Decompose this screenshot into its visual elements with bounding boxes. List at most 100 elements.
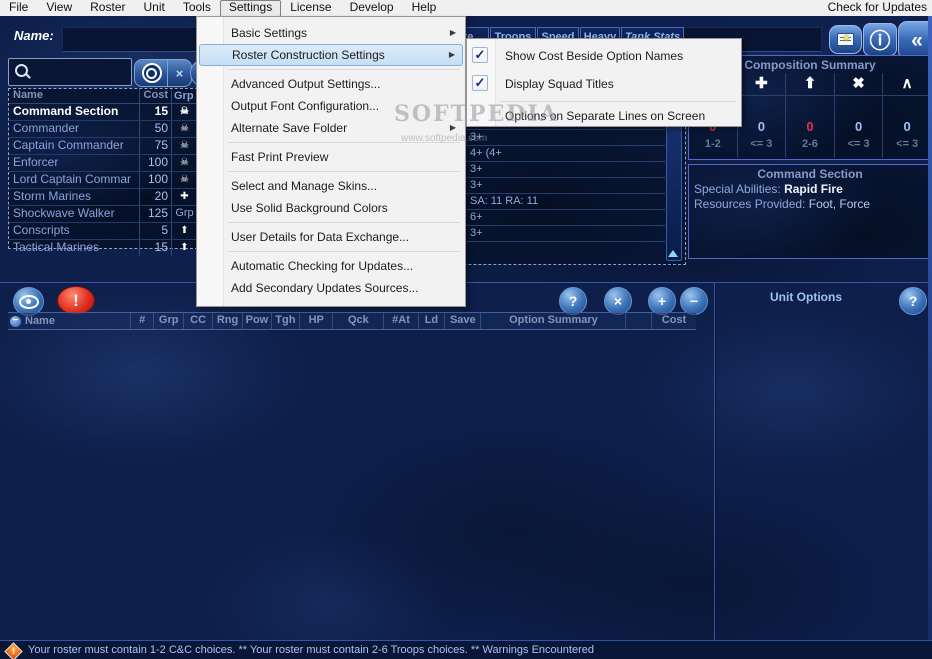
menu-license[interactable]: License (281, 0, 340, 16)
menu-help[interactable]: Help (403, 0, 446, 16)
eye-icon (18, 294, 39, 309)
submenu-item-options-on-separate-lines[interactable]: Options on Separate Lines on Screen (467, 105, 741, 127)
info-icon: ⓘ (869, 29, 891, 53)
unit-row[interactable]: Tactical Marines 15 ⬆ (9, 240, 197, 256)
menu-separator (500, 101, 736, 102)
column-header-rng[interactable]: Rng (213, 313, 244, 329)
column-header-grp[interactable]: Grp (154, 313, 185, 329)
unit-row[interactable]: Enforcer 100 ☠ (9, 155, 197, 172)
menu-roster[interactable]: Roster (81, 0, 134, 16)
status-message: Your roster must contain 1-2 C&C choices… (28, 644, 594, 656)
document-icon: ✦ (837, 33, 854, 46)
column-header-ld[interactable]: Ld (419, 313, 446, 329)
panel-divider (714, 283, 715, 641)
menu-separator (228, 222, 460, 223)
unit-row[interactable]: Lord Captain Commar 100 ☠ (9, 172, 197, 189)
scroll-up-icon[interactable] (668, 250, 678, 257)
menu-item-automatic-checking-for-updates[interactable]: Automatic Checking for Updates... (197, 255, 465, 277)
submenu-arrow-icon: ▶ (449, 28, 456, 37)
clear-search-button[interactable]: × (167, 59, 192, 87)
composition-col-elite: ✚ 0 <= 3 (736, 73, 786, 158)
roster-table-header: − Name # Grp CC Rng Pow Tgh HP Qck #At L… (8, 312, 696, 330)
menu-item-add-secondary-updates-sources[interactable]: Add Secondary Updates Sources... (197, 277, 465, 299)
column-header-count[interactable]: # (131, 313, 154, 329)
skull-icon: ☠ (180, 123, 189, 134)
menu-settings[interactable]: Settings (219, 0, 282, 17)
menu-separator (228, 171, 460, 172)
skull-icon: ☠ (180, 174, 189, 185)
resources-line: Resources Provided: Foot, Force (694, 197, 871, 211)
menu-view[interactable]: View (37, 0, 81, 16)
unit-list-header: Name Cost Grp (9, 89, 197, 104)
roster-construction-submenu: ✓ Show Cost Beside Option Names ✓ Displa… (466, 38, 742, 127)
command-section-panel: Command Section Special Abilities: Rapid… (688, 164, 932, 259)
unit-row[interactable]: Storm Marines 20 ✚ (9, 189, 197, 206)
menu-tools[interactable]: Tools (174, 0, 220, 16)
unit-options-help-button[interactable]: ? (899, 287, 927, 315)
column-header-tgh[interactable]: Tgh (272, 313, 301, 329)
column-header-hp[interactable]: HP (300, 313, 334, 329)
menu-unit[interactable]: Unit (134, 0, 173, 16)
unit-row[interactable]: Shockwave Walker 125 Grp (9, 206, 197, 223)
menu-item-select-and-manage-skins[interactable]: Select and Manage Skins... (197, 175, 465, 197)
composition-col-fast: ✖ 0 <= 3 (833, 73, 883, 158)
menu-item-advanced-output-settings[interactable]: Advanced Output Settings... (197, 73, 465, 95)
delete-unit-button[interactable]: × (604, 287, 632, 315)
question-icon: ? (908, 293, 918, 309)
menu-item-user-details-for-data-exchange[interactable]: User Details for Data Exchange... (197, 226, 465, 248)
menu-item-basic-settings[interactable]: Basic Settings ▶ (197, 22, 465, 44)
composition-col-troops: ⬆ 0 2-6 (785, 73, 834, 158)
menu-item-alternate-save-folder[interactable]: Alternate Save Folder ▶ (197, 117, 465, 139)
unit-row[interactable]: Commander 50 ☠ (9, 121, 197, 138)
column-header-option-summary[interactable]: Option Summary (481, 313, 627, 329)
unit-row[interactable]: Captain Commander 75 ☠ (9, 138, 197, 155)
exclamation-icon: ! (73, 290, 79, 310)
submenu-item-show-cost-beside-option-names[interactable]: ✓ Show Cost Beside Option Names (467, 42, 741, 70)
new-document-button[interactable]: ✦ (829, 25, 862, 54)
menu-develop[interactable]: Develop (341, 0, 403, 16)
column-header-at[interactable]: #At (384, 313, 419, 329)
unit-list-table: Name Cost Grp Command Section 15 ☠ Comma… (8, 88, 198, 256)
plus-icon: + (657, 293, 667, 309)
warnings-button[interactable]: ! (57, 286, 95, 315)
column-header-cc[interactable]: CC (184, 313, 213, 329)
unit-options-title: Unit Options (770, 290, 842, 304)
search-icon (15, 64, 28, 77)
menu-check-for-updates[interactable]: Check for Updates (828, 0, 927, 16)
column-header-qck[interactable]: Qck (333, 313, 385, 329)
up-arrow-icon: ⬆ (180, 242, 189, 253)
remove-unit-button[interactable]: − (680, 287, 708, 315)
unit-search-input[interactable] (8, 58, 132, 86)
skull-icon: ☠ (180, 157, 189, 168)
unit-row[interactable]: Conscripts 5 ⬆ (9, 223, 197, 240)
star-icon: ✦ (841, 33, 851, 45)
collapse-all-icon[interactable]: − (10, 315, 21, 327)
menu-file[interactable]: File (0, 0, 37, 16)
filter-target-button[interactable] (134, 59, 169, 87)
menu-item-output-font-configuration[interactable]: Output Font Configuration... (197, 95, 465, 117)
column-header-blank[interactable] (626, 313, 652, 329)
checkmark-icon: ✓ (472, 75, 488, 91)
resources-value: Foot, Force (808, 197, 871, 211)
info-button[interactable]: ⓘ (863, 23, 897, 56)
menu-item-use-solid-background-colors[interactable]: Use Solid Background Colors (197, 197, 465, 219)
column-header-save[interactable]: Save (445, 313, 482, 329)
composition-range: <= 3 (896, 138, 919, 150)
add-unit-button[interactable]: + (648, 287, 676, 315)
menu-item-roster-construction-settings[interactable]: Roster Construction Settings ▶ (199, 44, 463, 66)
menu-item-fast-print-preview[interactable]: Fast Print Preview (197, 146, 465, 168)
composition-range: <= 3 (847, 138, 870, 150)
column-header-cost[interactable]: Cost (140, 89, 172, 103)
unit-row[interactable]: Command Section 15 ☠ (9, 104, 197, 121)
column-header-grp[interactable]: Grp (172, 89, 197, 103)
checkmark-icon: ✓ (472, 47, 488, 63)
cross-icon: ✚ (180, 191, 189, 202)
column-header-name[interactable]: Name (9, 89, 140, 103)
help-button[interactable]: ? (559, 287, 587, 315)
column-header-pow[interactable]: Pow (243, 313, 272, 329)
column-header-cost[interactable]: Cost (652, 313, 696, 329)
column-header-name[interactable]: − Name (8, 313, 132, 329)
composition-count: 0 (806, 119, 814, 134)
chevron-left-icon: « (911, 28, 923, 52)
submenu-item-display-squad-titles[interactable]: ✓ Display Squad Titles (467, 70, 741, 98)
